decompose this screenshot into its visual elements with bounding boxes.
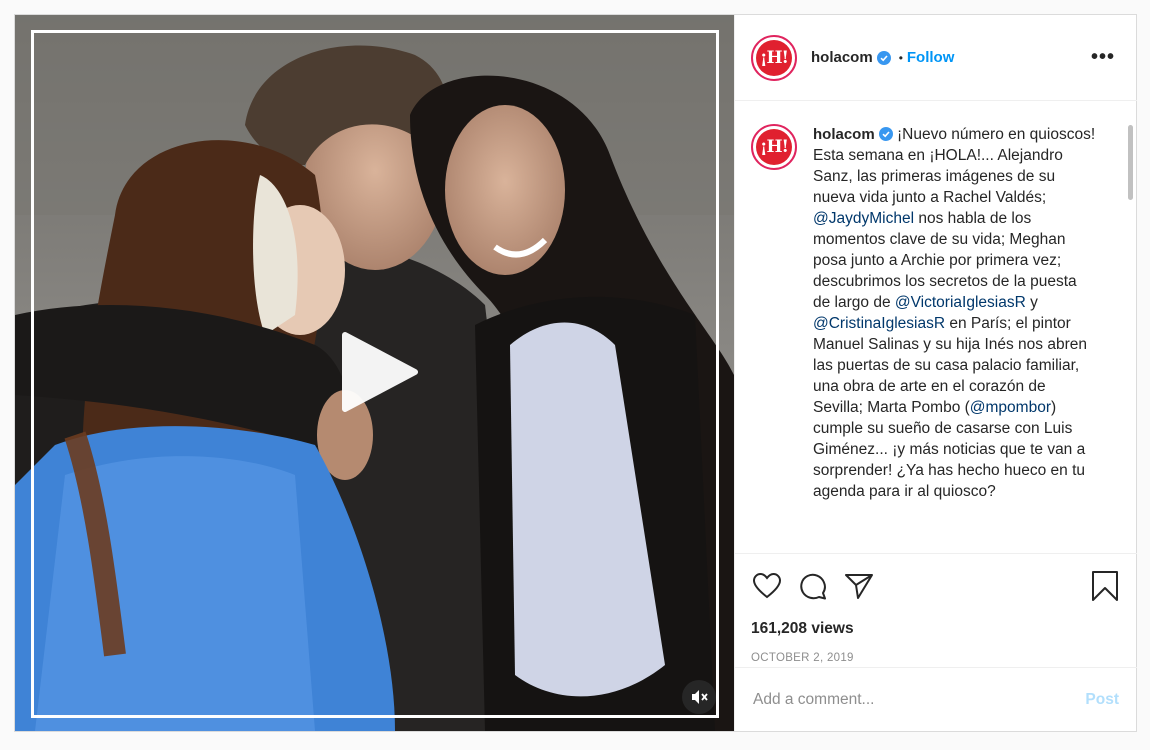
caption-text: holacom ¡Nuevo número en quioscos! Esta … [813, 124, 1098, 502]
mention-link[interactable]: @JaydyMichel [813, 210, 914, 227]
mention-link[interactable]: @CristinaIglesiasR [813, 315, 945, 332]
verified-badge-icon [878, 127, 893, 141]
save-bookmark-icon[interactable] [1089, 570, 1121, 602]
caption-username[interactable]: holacom [813, 126, 875, 143]
comments-area[interactable]: ¡H! holacom ¡Nuevo número en quioscos! E… [735, 102, 1137, 553]
mention-link[interactable]: @mpombor [970, 399, 1051, 416]
comment-input[interactable] [753, 690, 1086, 709]
mention-link[interactable]: @VictoriaIglesiasR [895, 294, 1026, 311]
post-header: ¡H! holacom • Follow ••• [735, 15, 1137, 101]
post-date[interactable]: OCTOBER 2, 2019 [751, 652, 1121, 664]
mute-icon[interactable] [682, 680, 716, 714]
caption: ¡H! holacom ¡Nuevo número en quioscos! E… [751, 124, 1121, 502]
post-comment-button[interactable]: Post [1085, 691, 1119, 709]
view-count[interactable]: 161,208 views [751, 620, 1121, 638]
post-dialog: ¡H! holacom • Follow ••• ¡H! holacom ¡Nu… [14, 14, 1137, 732]
comments-scrollbar[interactable] [1128, 125, 1133, 200]
separator-dot: • [898, 50, 903, 65]
action-icons [751, 554, 1121, 614]
caption-avatar[interactable]: ¡H! [751, 124, 797, 170]
caption-segment: y [1025, 294, 1038, 311]
brand-logo: ¡H! [756, 129, 792, 165]
like-heart-icon[interactable] [751, 570, 783, 602]
comment-icon[interactable] [797, 570, 829, 602]
video-player[interactable] [15, 15, 734, 731]
avatar[interactable]: ¡H! [751, 34, 797, 81]
play-icon[interactable] [341, 331, 419, 413]
more-options-icon[interactable]: ••• [1091, 46, 1115, 69]
follow-button[interactable]: Follow [907, 49, 955, 66]
header-username[interactable]: holacom [811, 49, 873, 66]
brand-logo: ¡H! [756, 39, 792, 76]
verified-badge-icon [876, 50, 891, 65]
post-sidebar: ¡H! holacom • Follow ••• ¡H! holacom ¡Nu… [734, 15, 1137, 731]
share-paper-plane-icon[interactable] [843, 570, 875, 602]
comment-form: Post [735, 667, 1137, 731]
